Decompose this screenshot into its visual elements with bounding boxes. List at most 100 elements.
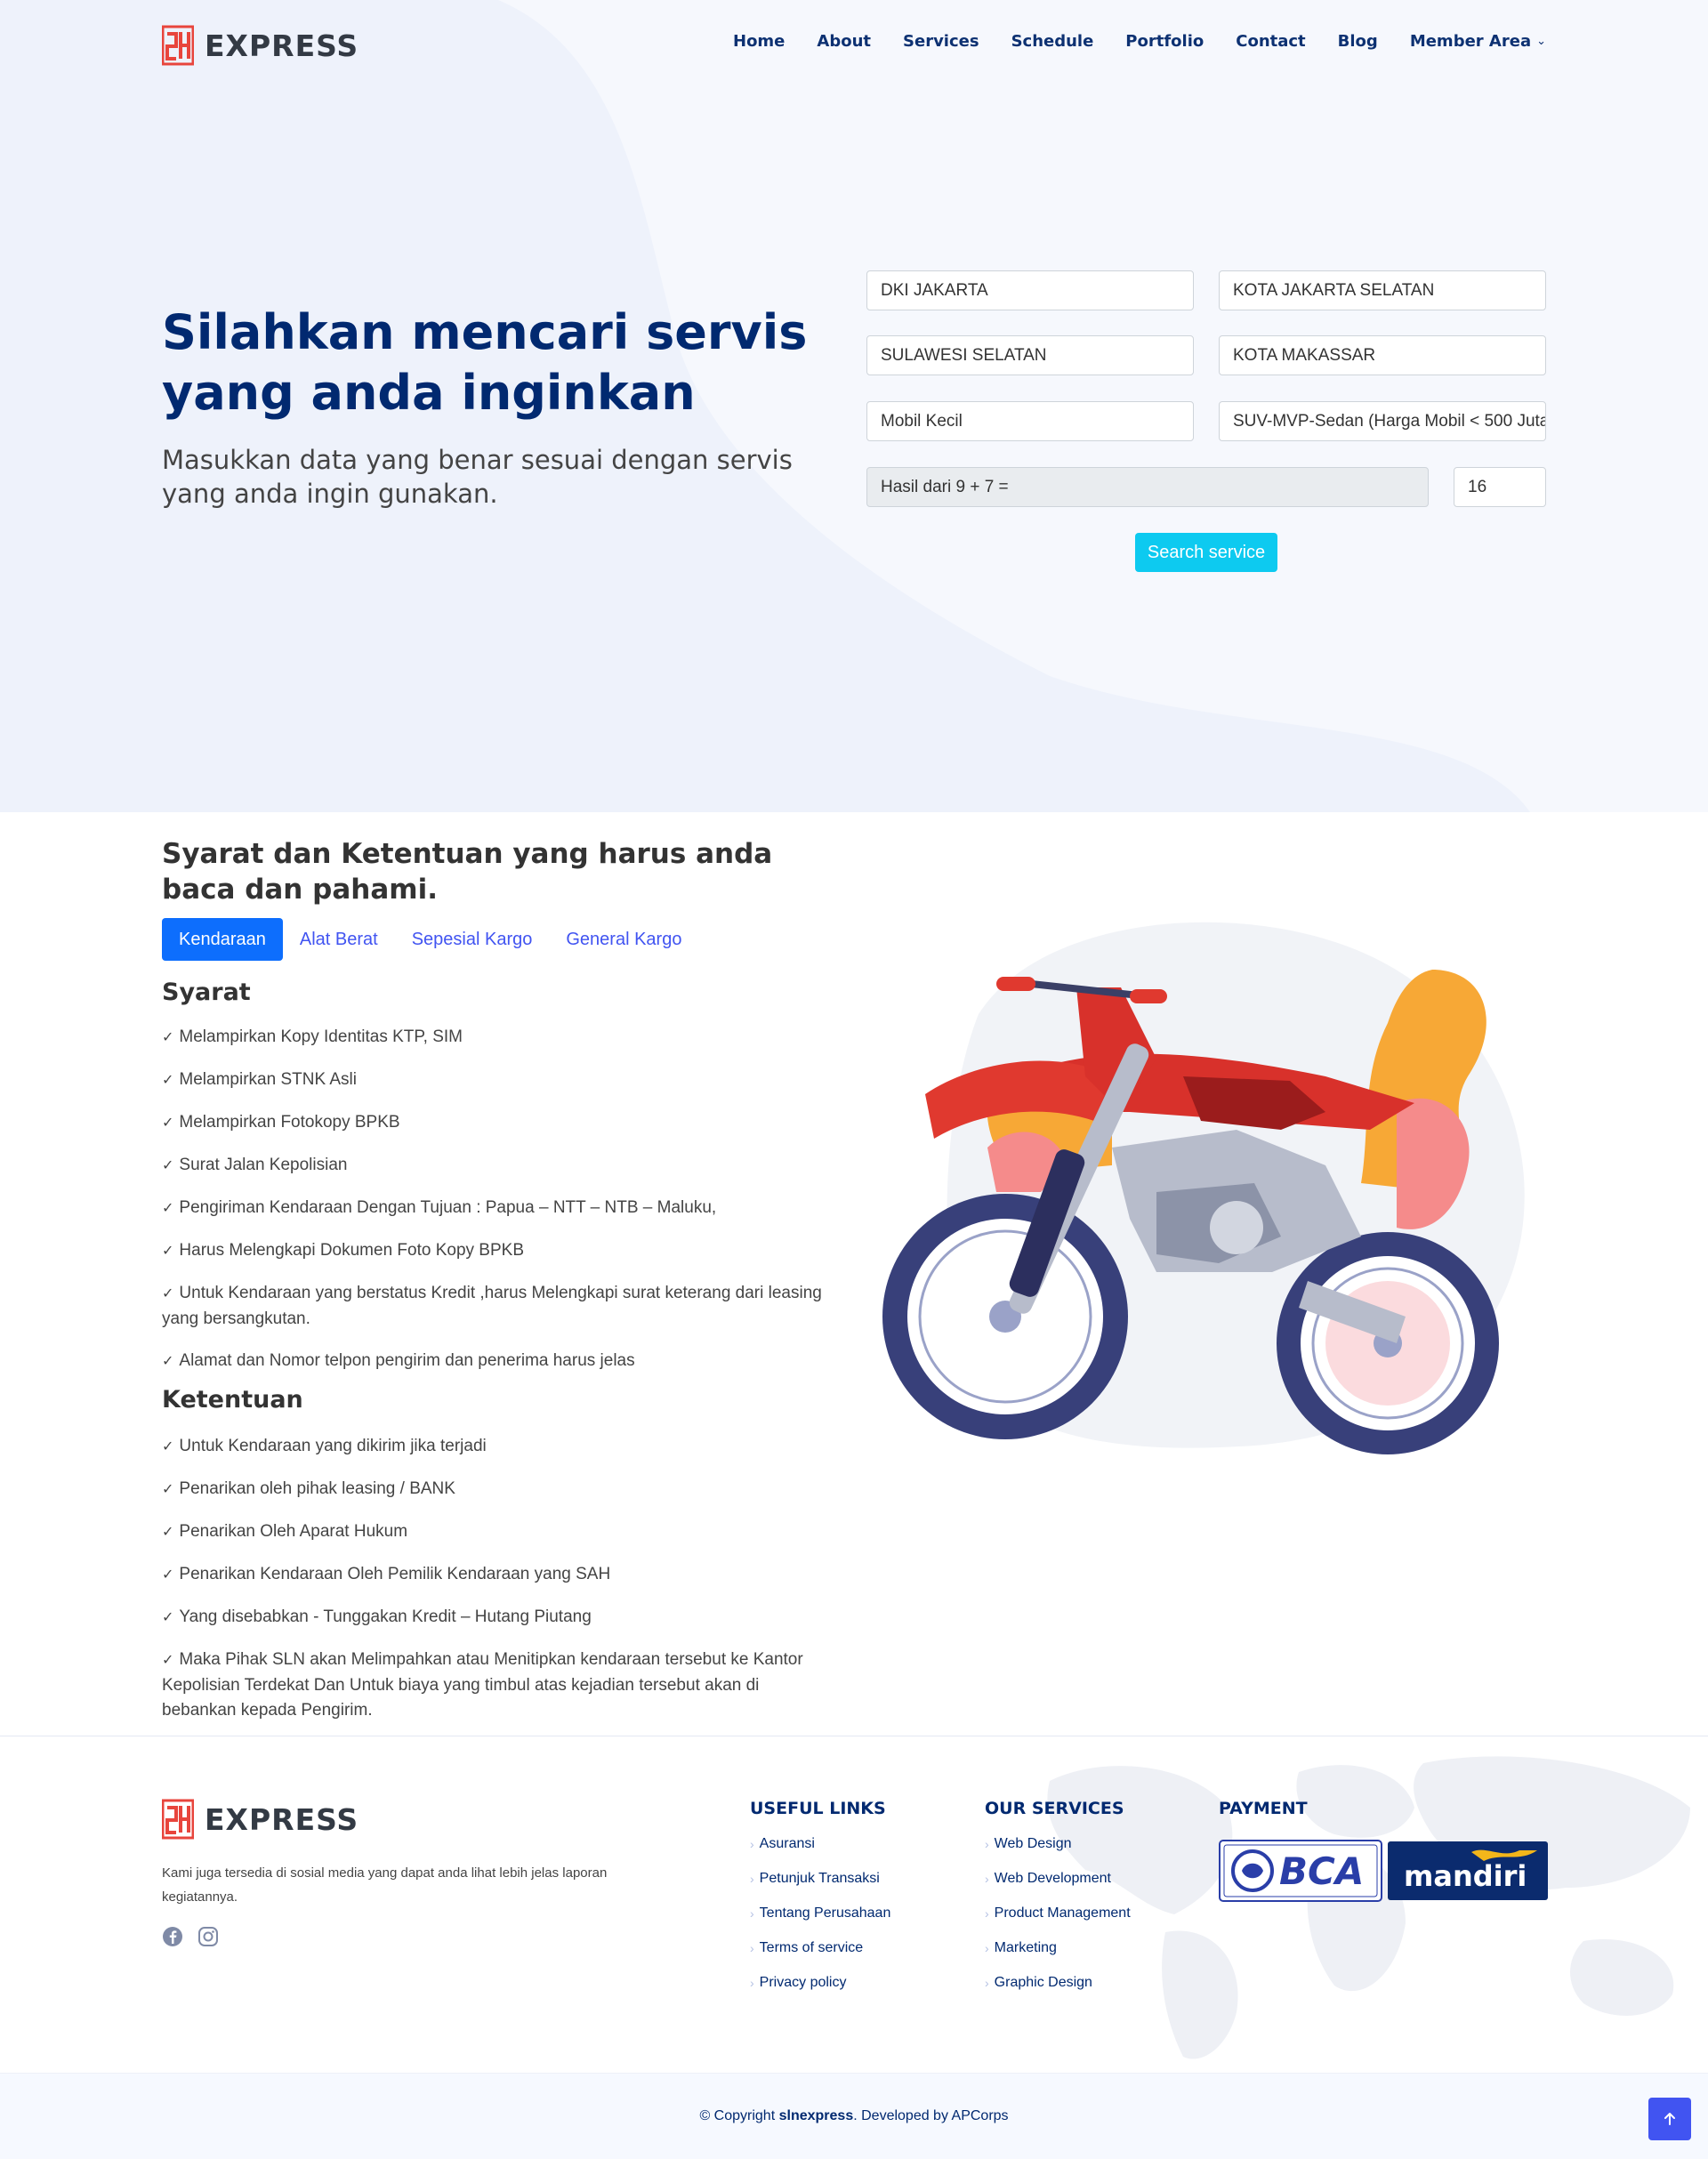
nav-about[interactable]: About xyxy=(817,32,871,51)
facebook-icon[interactable] xyxy=(162,1926,183,1947)
chevron-down-icon: ⌄ xyxy=(1536,35,1546,48)
origin-city-select[interactable]: KOTA JAKARTA SELATAN xyxy=(1219,270,1546,310)
check-icon: ✓ xyxy=(162,1354,174,1369)
footer-brand-name: EXPRESS xyxy=(205,1801,359,1837)
origin-province-select[interactable]: DKI JAKARTA xyxy=(866,270,1194,310)
destination-city-select[interactable]: KOTA MAKASSAR xyxy=(1219,335,1546,375)
our-services-column: OUR SERVICES › Web Design › Web Developmen… xyxy=(985,1799,1131,2010)
footer-link-petunjuk-transaksi[interactable]: › Petunjuk Transaksi xyxy=(750,1871,890,1887)
footer-link-terms[interactable]: › Terms of service xyxy=(750,1940,890,1956)
list-item-text: Yang disebabkan - Tunggakan Kredit – Hut… xyxy=(179,1607,592,1626)
list-item-text: Penarikan Oleh Aparat Hukum xyxy=(179,1522,408,1541)
footer-service-web-design[interactable]: › Web Design xyxy=(985,1836,1131,1852)
nav-contact[interactable]: Contact xyxy=(1236,32,1305,51)
check-icon: ✓ xyxy=(162,1073,174,1088)
check-icon: ✓ xyxy=(162,1158,174,1173)
nav-home[interactable]: Home xyxy=(733,32,785,51)
tab-alat-berat[interactable]: Alat Berat xyxy=(283,918,395,961)
list-item-text: Melampirkan Kopy Identitas KTP, SIM xyxy=(179,1027,463,1046)
captcha-answer-input[interactable]: 16 xyxy=(1454,467,1546,507)
footer-service-graphic-design[interactable]: › Graphic Design xyxy=(985,1975,1131,1991)
chevron-right-icon: › xyxy=(750,1872,754,1886)
social-links xyxy=(162,1926,219,1947)
nav-member-area-label: Member Area xyxy=(1409,32,1532,51)
footer-service-web-development[interactable]: › Web Development xyxy=(985,1871,1131,1887)
list-item-text: Melampirkan Fotokopy BPKB xyxy=(179,1113,400,1132)
search-service-button[interactable]: Search service xyxy=(1135,533,1277,572)
back-to-top-button[interactable] xyxy=(1648,2098,1691,2140)
list-item-text: Untuk Kendaraan yang berstatus Kredit ,h… xyxy=(162,1284,822,1328)
tab-kendaraan[interactable]: Kendaraan xyxy=(162,918,283,961)
vehicle-class-select[interactable]: SUV-MVP-Sedan (Harga Mobil < 500 Juta) xyxy=(1219,401,1546,441)
bca-logo: BCA xyxy=(1219,1840,1382,1902)
chevron-right-icon: › xyxy=(985,1837,989,1851)
list-item: ✓ Melampirkan Kopy Identitas KTP, SIM xyxy=(162,1025,838,1051)
ketentuan-list: ✓ Untuk Kendaraan yang dikirim jika terja… xyxy=(162,1434,838,1740)
footer-service-label: Graphic Design xyxy=(994,1975,1092,1990)
list-item: ✓ Maka Pihak SLN akan Melimpahkan atau Me… xyxy=(162,1647,838,1723)
footer-service-label: Web Design xyxy=(994,1836,1072,1851)
ketentuan-title: Ketentuan xyxy=(162,1386,303,1414)
chevron-right-icon: › xyxy=(985,1976,989,1990)
check-icon: ✓ xyxy=(162,1286,174,1301)
site-header: EXPRESS Home About Services Schedule Por… xyxy=(0,0,1708,89)
footer-link-label: Privacy policy xyxy=(759,1975,847,1990)
footer-service-label: Marketing xyxy=(994,1940,1057,1955)
footer-link-label: Terms of service xyxy=(759,1940,864,1955)
nav-portfolio[interactable]: Portfolio xyxy=(1125,32,1204,51)
brand-logo-icon xyxy=(162,1799,194,1840)
check-icon: ✓ xyxy=(162,1116,174,1131)
footer-link-tentang-perusahaan[interactable]: › Tentang Perusahaan xyxy=(750,1905,890,1921)
list-item: ✓ Yang disebabkan - Tunggakan Kredit – Hu… xyxy=(162,1605,838,1631)
footer-logo[interactable]: EXPRESS xyxy=(162,1799,359,1840)
list-item-text: Penarikan Kendaraan Oleh Pemilik Kendara… xyxy=(179,1565,611,1583)
list-item-text: Pengiriman Kendaraan Dengan Tujuan : Pap… xyxy=(179,1198,717,1217)
list-item-text: Alamat dan Nomor telpon pengirim dan pen… xyxy=(179,1351,635,1370)
nav-blog[interactable]: Blog xyxy=(1338,32,1378,51)
copyright-bar: © Copyright slnexpress. Developed by APC… xyxy=(0,2073,1708,2159)
list-item: ✓ Melampirkan STNK Asli xyxy=(162,1067,838,1093)
check-icon: ✓ xyxy=(162,1244,174,1259)
footer-link-asuransi[interactable]: › Asuransi xyxy=(750,1836,890,1852)
header-logo[interactable]: EXPRESS xyxy=(162,25,359,66)
arrow-up-icon xyxy=(1664,2113,1675,2125)
list-item-text: Harus Melengkapi Dokumen Foto Kopy BPKB xyxy=(179,1241,524,1260)
check-icon: ✓ xyxy=(162,1201,174,1216)
terms-tabs: Kendaraan Alat Berat Sepesial Kargo Gene… xyxy=(162,918,698,961)
copyright-prefix: © Copyright xyxy=(699,2108,776,2123)
nav-member-area[interactable]: Member Area ⌄ xyxy=(1410,32,1546,51)
check-icon: ✓ xyxy=(162,1482,174,1497)
our-services-title: OUR SERVICES xyxy=(985,1799,1124,1818)
destination-province-select[interactable]: SULAWESI SELATAN xyxy=(866,335,1194,375)
useful-links-column: USEFUL LINKS › Asuransi › Petunjuk Transak… xyxy=(750,1799,890,2010)
list-item-text: Penarikan oleh pihak leasing / BANK xyxy=(179,1479,455,1498)
list-item: ✓ Untuk Kendaraan yang dikirim jika terja… xyxy=(162,1434,838,1460)
check-icon: ✓ xyxy=(162,1567,174,1583)
check-icon: ✓ xyxy=(162,1439,174,1454)
tab-general-kargo[interactable]: General Kargo xyxy=(549,918,698,961)
syarat-title: Syarat xyxy=(162,979,251,1006)
list-item: ✓ Surat Jalan Kepolisian xyxy=(162,1153,838,1179)
check-icon: ✓ xyxy=(162,1610,174,1625)
footer-link-privacy[interactable]: › Privacy policy xyxy=(750,1975,890,1991)
footer-service-product-management[interactable]: › Product Management xyxy=(985,1905,1131,1921)
hero-title: Silahkan mencari servis yang anda ingink… xyxy=(162,304,808,421)
footer-service-label: Web Development xyxy=(994,1871,1111,1886)
check-icon: ✓ xyxy=(162,1653,174,1668)
useful-links-title: USEFUL LINKS xyxy=(750,1799,886,1818)
mandiri-logo-text: mandiri xyxy=(1404,1859,1527,1893)
list-item: ✓ Penarikan Oleh Aparat Hukum xyxy=(162,1519,838,1545)
copyright-brand[interactable]: slnexpress xyxy=(779,2108,854,2124)
vehicle-type-select[interactable]: Mobil Kecil xyxy=(866,401,1194,441)
list-item: ✓ Untuk Kendaraan yang berstatus Kredit ,… xyxy=(162,1281,838,1332)
footer-service-marketing[interactable]: › Marketing xyxy=(985,1940,1131,1956)
list-item: ✓ Melampirkan Fotokopy BPKB xyxy=(162,1110,838,1136)
nav-schedule[interactable]: Schedule xyxy=(1011,32,1094,51)
tab-sepesial-kargo[interactable]: Sepesial Kargo xyxy=(395,918,550,961)
hero-subtitle: Masukkan data yang benar sesuai dengan s… xyxy=(162,445,793,509)
chevron-right-icon: › xyxy=(985,1872,989,1886)
nav-services[interactable]: Services xyxy=(903,32,979,51)
instagram-icon[interactable] xyxy=(197,1926,219,1947)
captcha-question: Hasil dari 9 + 7 = xyxy=(866,467,1429,507)
syarat-list: ✓ Melampirkan Kopy Identitas KTP, SIM ✓ Me… xyxy=(162,1025,838,1391)
